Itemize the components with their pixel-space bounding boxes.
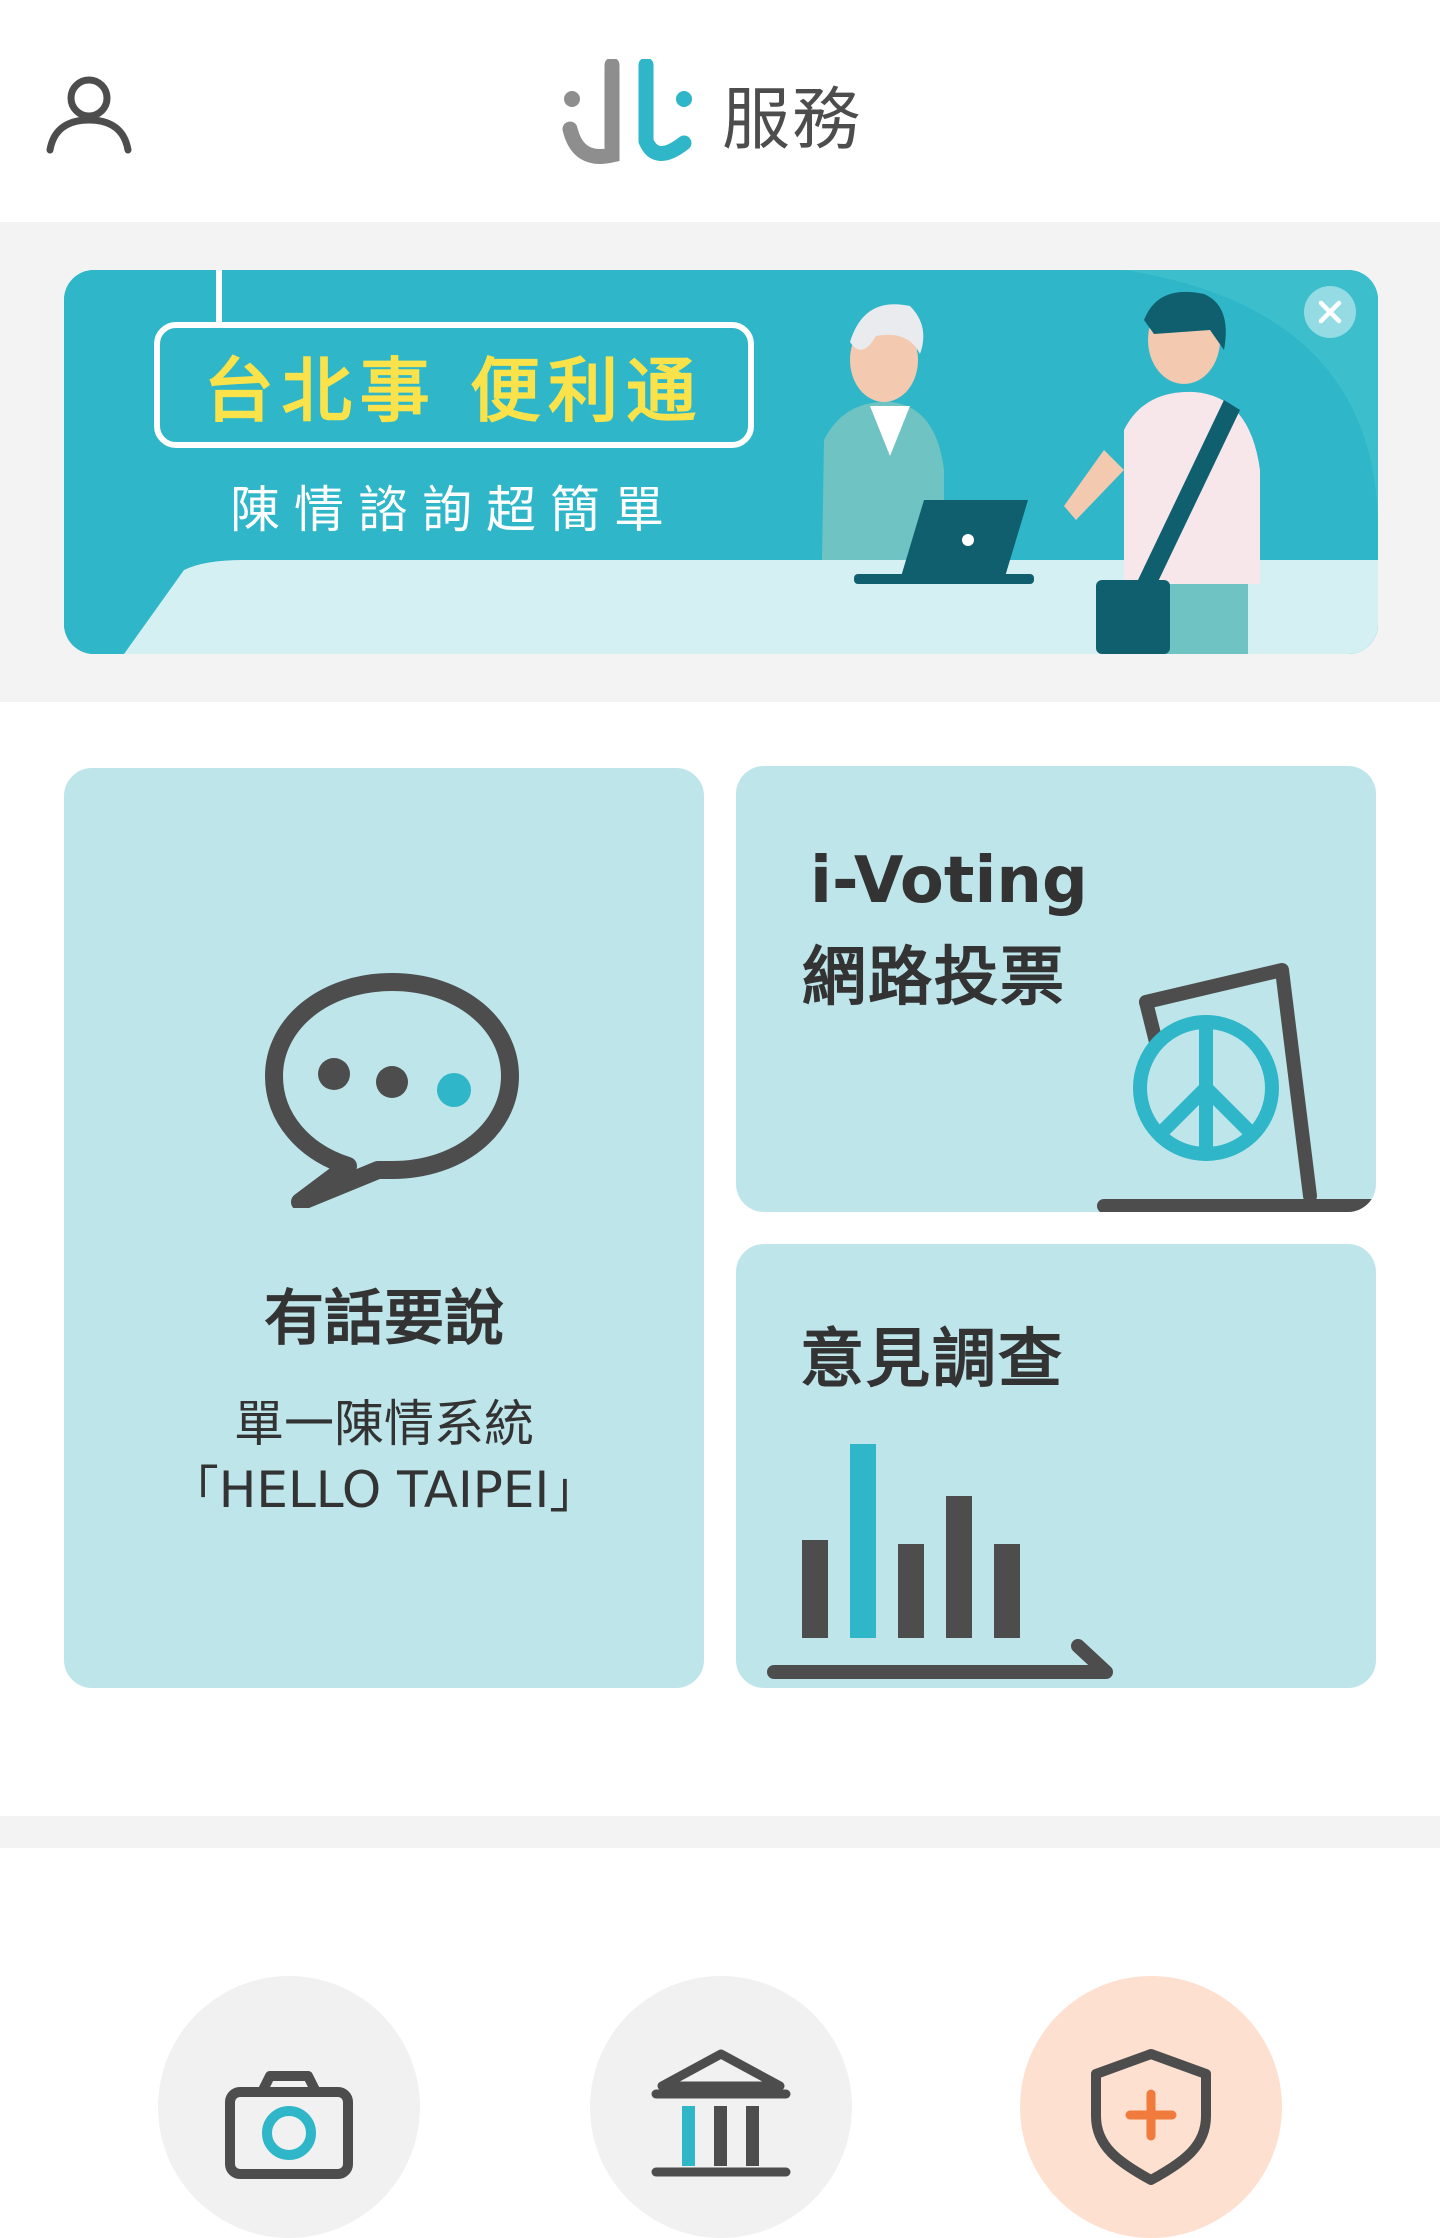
shortcut-camera-button[interactable] [158, 1976, 420, 2238]
banner-subtitle: 陳情諮詢超簡單 [230, 481, 678, 539]
bar-chart-icon [767, 1444, 1113, 1679]
app-header: 服務 [0, 0, 1440, 222]
banner-close-button[interactable] [1304, 286, 1356, 338]
government-building-icon [651, 2049, 791, 2177]
card-opinion-survey-title: 意見調查 [800, 1323, 1064, 1397]
shortcut-government-button[interactable] [590, 1976, 852, 2238]
page-title: 服務 [722, 80, 863, 160]
services-page: 服務 台北事 便利通 陳情諮詢超簡單 有話要說 單一陳情系統 「HELLO TA… [0, 0, 1440, 2238]
card-hello-taipei-title: 有話要說 [264, 1284, 504, 1354]
user-profile-button[interactable] [40, 62, 140, 162]
card-hello-taipei-system-name: 「HELLO TAIPEI」 [168, 1461, 600, 1519]
camera-icon [225, 2071, 353, 2179]
user-icon [46, 76, 132, 154]
brand: 服務 [560, 58, 862, 168]
chat-bubble-icon [265, 973, 519, 1208]
taipei-logo-icon [562, 59, 692, 164]
card-hello-taipei[interactable]: 有話要說 單一陳情系統 「HELLO TAIPEI」 [64, 768, 704, 1688]
banner-title: 台北事 便利通 [203, 349, 705, 432]
card-hello-taipei-subtitle: 單一陳情系統 [234, 1395, 534, 1453]
shortcut-safety-button[interactable] [1020, 1976, 1282, 2238]
promo-banner[interactable]: 台北事 便利通 陳情諮詢超簡單 [64, 270, 1378, 654]
safety-shield-icon [1091, 2049, 1211, 2185]
close-icon [1318, 300, 1342, 324]
ballot-box-icon [1097, 963, 1376, 1212]
card-i-voting-title: i-Voting [810, 844, 1088, 918]
card-i-voting[interactable]: i-Voting 網路投票 [736, 766, 1376, 1212]
section-divider [0, 1816, 1440, 1848]
card-opinion-survey[interactable]: 意見調查 [736, 1244, 1376, 1688]
card-i-voting-subtitle: 網路投票 [802, 941, 1066, 1015]
banner-title-box: 台北事 便利通 [154, 322, 754, 448]
